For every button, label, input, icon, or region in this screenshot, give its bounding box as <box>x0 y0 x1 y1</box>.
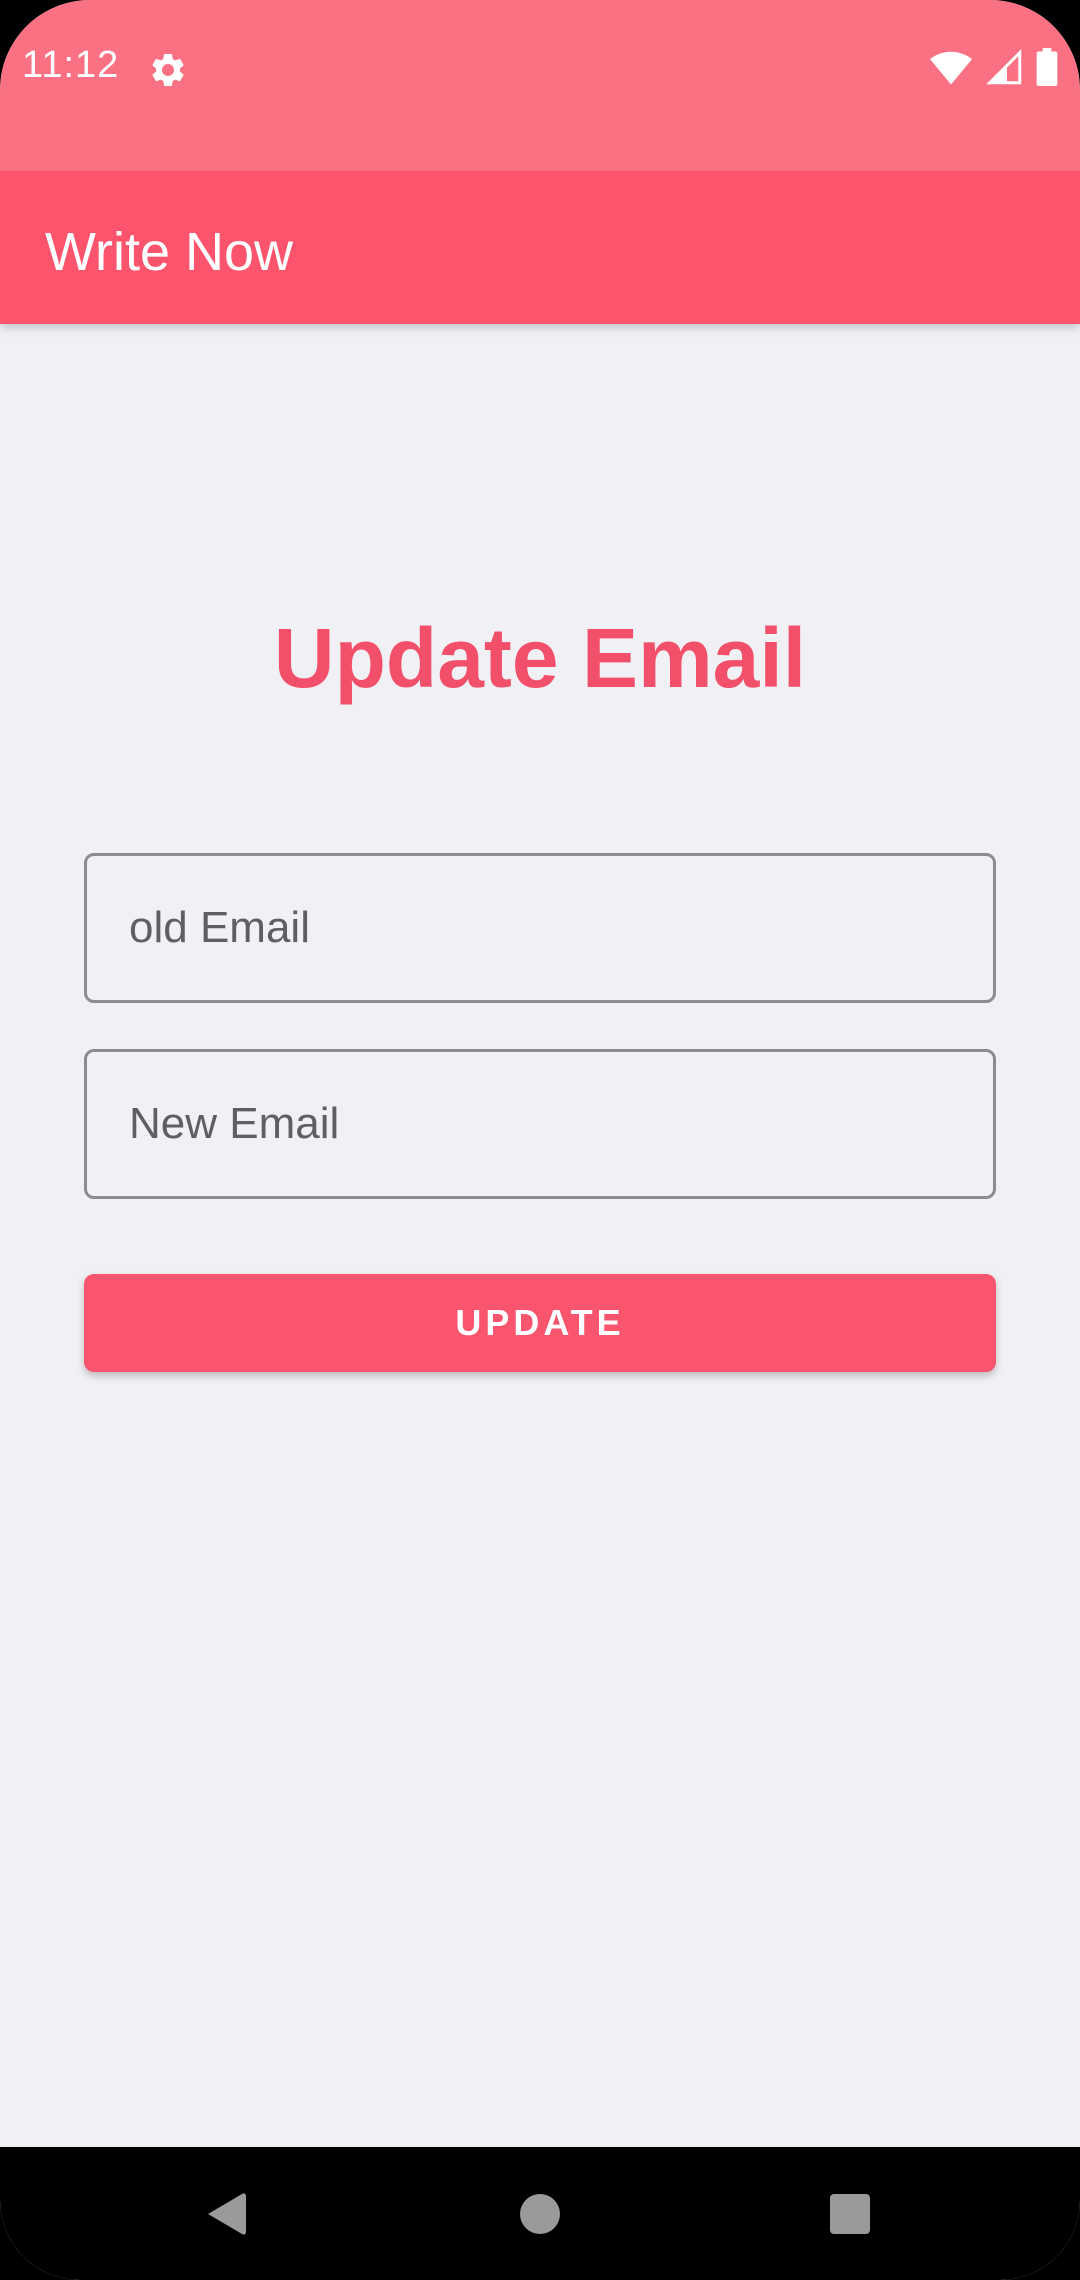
status-bar: 11:12 <box>0 0 1080 171</box>
recents-button[interactable] <box>790 2147 910 2280</box>
back-icon <box>208 2192 246 2235</box>
status-icons <box>930 48 1058 86</box>
battery-icon <box>1036 48 1058 86</box>
new-email-field[interactable] <box>84 1049 996 1199</box>
gear-icon <box>152 53 184 86</box>
page-title: Update Email <box>273 611 807 705</box>
phone-screen: 11:12 Write Now Update Email UPDATE <box>0 0 1080 2280</box>
old-email-field[interactable] <box>84 853 996 1003</box>
status-time: 11:12 <box>22 44 120 86</box>
home-button[interactable] <box>480 2147 600 2280</box>
update-button[interactable]: UPDATE <box>84 1274 996 1372</box>
back-button[interactable] <box>166 2147 286 2280</box>
recents-icon <box>830 2193 870 2234</box>
wifi-icon <box>930 51 972 85</box>
home-icon <box>520 2193 560 2234</box>
app-bar: Write Now <box>0 171 1080 324</box>
navigation-bar <box>0 2147 1080 2280</box>
signal-icon <box>986 49 1022 85</box>
app-title: Write Now <box>45 222 294 282</box>
